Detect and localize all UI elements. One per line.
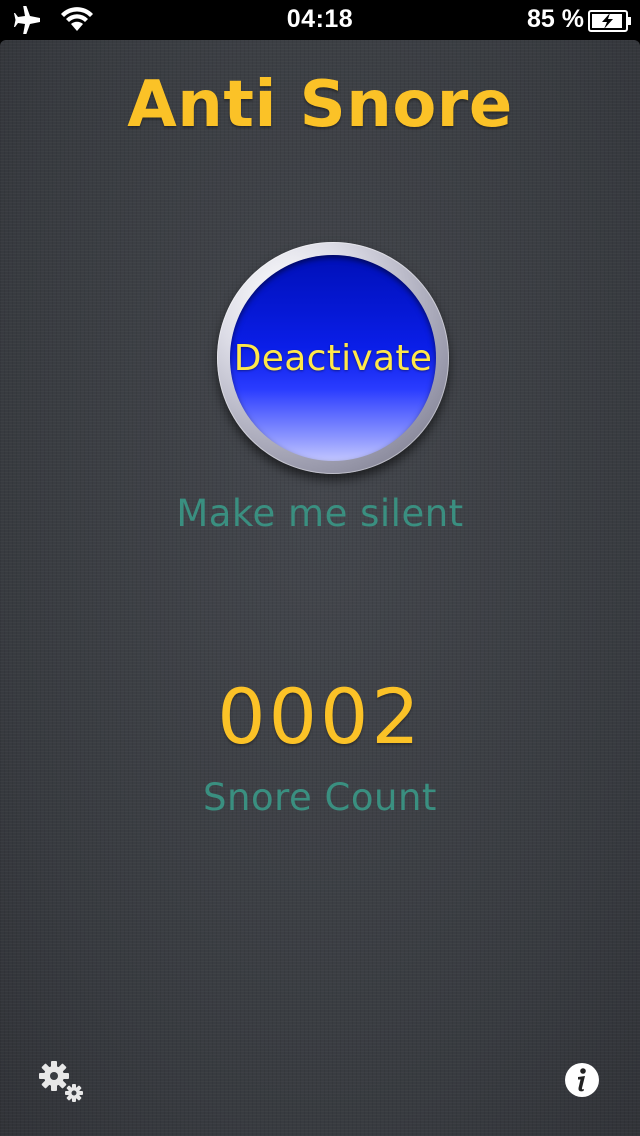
app-title: Anti Snore [127, 68, 513, 142]
battery-charging-icon [588, 10, 632, 36]
status-bar: 04:18 85 % [0, 0, 640, 40]
info-icon[interactable] [563, 1061, 601, 1103]
deactivate-button-label: Deactivate [233, 337, 433, 379]
snore-count-value: 0002 [217, 672, 423, 761]
battery-percent: 85 % [527, 5, 584, 33]
button-caption: Make me silent [176, 492, 464, 535]
settings-gears-icon[interactable] [38, 1060, 86, 1108]
main-screen: Anti Snore Deactivate Make me silent 000… [0, 40, 640, 1136]
deactivate-button[interactable]: Deactivate [217, 242, 449, 474]
snore-count-label: Snore Count [203, 776, 437, 819]
